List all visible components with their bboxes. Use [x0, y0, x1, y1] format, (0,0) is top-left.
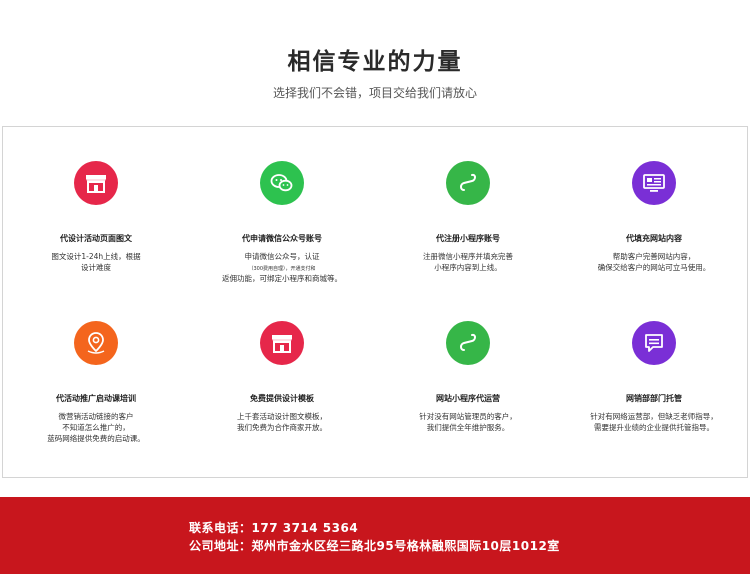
service-desc-fee-note: （300费用自理），开通支付和: [248, 266, 316, 272]
service-desc-line: 针对没有网站管理员的客户，: [419, 412, 517, 421]
service-title: 代活动推广启动课培训: [56, 394, 136, 403]
service-desc-line: 确保交给客户的网站可立马使用。: [597, 263, 711, 272]
service-title: 网销部部门托管: [626, 394, 682, 403]
wechat-icon: [270, 174, 293, 192]
service-icon-circle: [74, 321, 118, 365]
service-description: 申请微信公众号，认证 （300费用自理），开通支付和 返佣功能，可绑定小程序和商…: [197, 251, 367, 284]
service-desc-line: 返佣功能，可绑定小程序和商城等。: [222, 274, 342, 283]
message-icon: [645, 334, 663, 352]
service-description: 上千套活动设计图文模板， 我们免费为合作商家开放。: [197, 411, 367, 433]
contact-phone: 联系电话：177 3714 5364: [189, 521, 359, 535]
service-card: 网站小程序代运营 针对没有网站管理员的客户， 我们提供全年维护服务。: [375, 287, 561, 457]
header-section: 相信专业的力量 选择我们不会错，项目交给我们请放心: [0, 0, 750, 126]
service-desc-line: 帮助客户完善网站内容，: [612, 252, 696, 261]
page-title: 相信专业的力量: [287, 49, 463, 75]
service-desc-line: 小程序内容到上线。: [434, 263, 502, 272]
service-icon-circle: [446, 321, 490, 365]
service-card: 代注册小程序账号 注册微信小程序并填充完善 小程序内容到上线。: [375, 127, 561, 297]
contact-address: 公司地址：郑州市金水区经三路北95号格林融熙国际10层1012室: [189, 539, 560, 553]
service-title: 代填充网站内容: [626, 234, 682, 243]
service-desc-line: 图文设计1-24h上线，根据: [51, 252, 141, 261]
service-icon-circle: [632, 161, 676, 205]
service-title: 免费提供设计模板: [250, 394, 314, 403]
service-card: 代设计活动页面图文 图文设计1-24h上线，根据 设计难度: [3, 127, 189, 297]
service-desc-line: 我们免费为合作商家开放。: [237, 423, 327, 432]
service-icon-circle: [260, 161, 304, 205]
service-desc-line: 需要提升业绩的企业提供托管指导。: [594, 423, 714, 432]
service-icon-circle: [74, 161, 118, 205]
location-pin-icon: [87, 332, 105, 354]
services-panel: 代设计活动页面图文 图文设计1-24h上线，根据 设计难度 代申请微信公众号账号…: [2, 126, 748, 478]
monitor-icon: [643, 174, 665, 192]
storefront-icon: [86, 175, 106, 193]
service-description: 注册微信小程序并填充完善 小程序内容到上线。: [383, 251, 553, 273]
storefront-icon: [272, 335, 292, 353]
service-desc-line: 不知道怎么推广的，: [62, 423, 130, 432]
service-title: 代设计活动页面图文: [60, 234, 132, 243]
service-desc-line: 申请微信公众号，认证: [244, 252, 320, 261]
service-card: 网销部部门托管 针对有网络运营部，但缺乏老师指导， 需要提升业绩的企业提供托管指…: [561, 287, 747, 457]
contact-footer: 联系电话：177 3714 5364 公司地址：郑州市金水区经三路北95号格林融…: [0, 497, 750, 574]
service-card: 代活动推广启动课培训 微营销活动链接的客户 不知道怎么推广的， 蓝码网络提供免费…: [3, 287, 189, 457]
service-desc-line: 注册微信小程序并填充完善: [423, 252, 513, 261]
service-card: 免费提供设计模板 上千套活动设计图文模板， 我们免费为合作商家开放。: [189, 287, 375, 457]
service-card: 代申请微信公众号账号 申请微信公众号，认证 （300费用自理），开通支付和 返佣…: [189, 127, 375, 297]
service-desc-line: （300费用自理），开通支付和: [197, 262, 367, 273]
service-title: 网站小程序代运营: [436, 394, 500, 403]
service-card: 代填充网站内容 帮助客户完善网站内容， 确保交给客户的网站可立马使用。: [561, 127, 747, 297]
service-description: 图文设计1-24h上线，根据 设计难度: [11, 251, 181, 273]
service-description: 针对有网络运营部，但缺乏老师指导， 需要提升业绩的企业提供托管指导。: [569, 411, 739, 433]
service-description: 帮助客户完善网站内容， 确保交给客户的网站可立马使用。: [569, 251, 739, 273]
service-desc-line: 设计难度: [81, 263, 111, 272]
service-icon-circle: [446, 161, 490, 205]
service-description: 微营销活动链接的客户 不知道怎么推广的， 蓝码网络提供免费的启动课。: [11, 411, 181, 444]
service-icon-circle: [260, 321, 304, 365]
page-subtitle: 选择我们不会错，项目交给我们请放心: [272, 86, 477, 100]
service-desc-line: 上千套活动设计图文模板，: [237, 412, 327, 421]
service-title: 代申请微信公众号账号: [242, 234, 322, 243]
service-desc-line: 我们提供全年维护服务。: [426, 423, 510, 432]
mini-program-icon: [460, 333, 476, 351]
service-desc-line: 蓝码网络提供免费的启动课。: [47, 434, 145, 443]
mini-program-icon: [460, 173, 476, 191]
service-description: 针对没有网站管理员的客户， 我们提供全年维护服务。: [383, 411, 553, 433]
service-desc-line: 微营销活动链接的客户: [58, 412, 134, 421]
service-desc-line: 针对有网络运营部，但缺乏老师指导，: [590, 412, 718, 421]
service-icon-circle: [632, 321, 676, 365]
service-title: 代注册小程序账号: [436, 234, 500, 243]
